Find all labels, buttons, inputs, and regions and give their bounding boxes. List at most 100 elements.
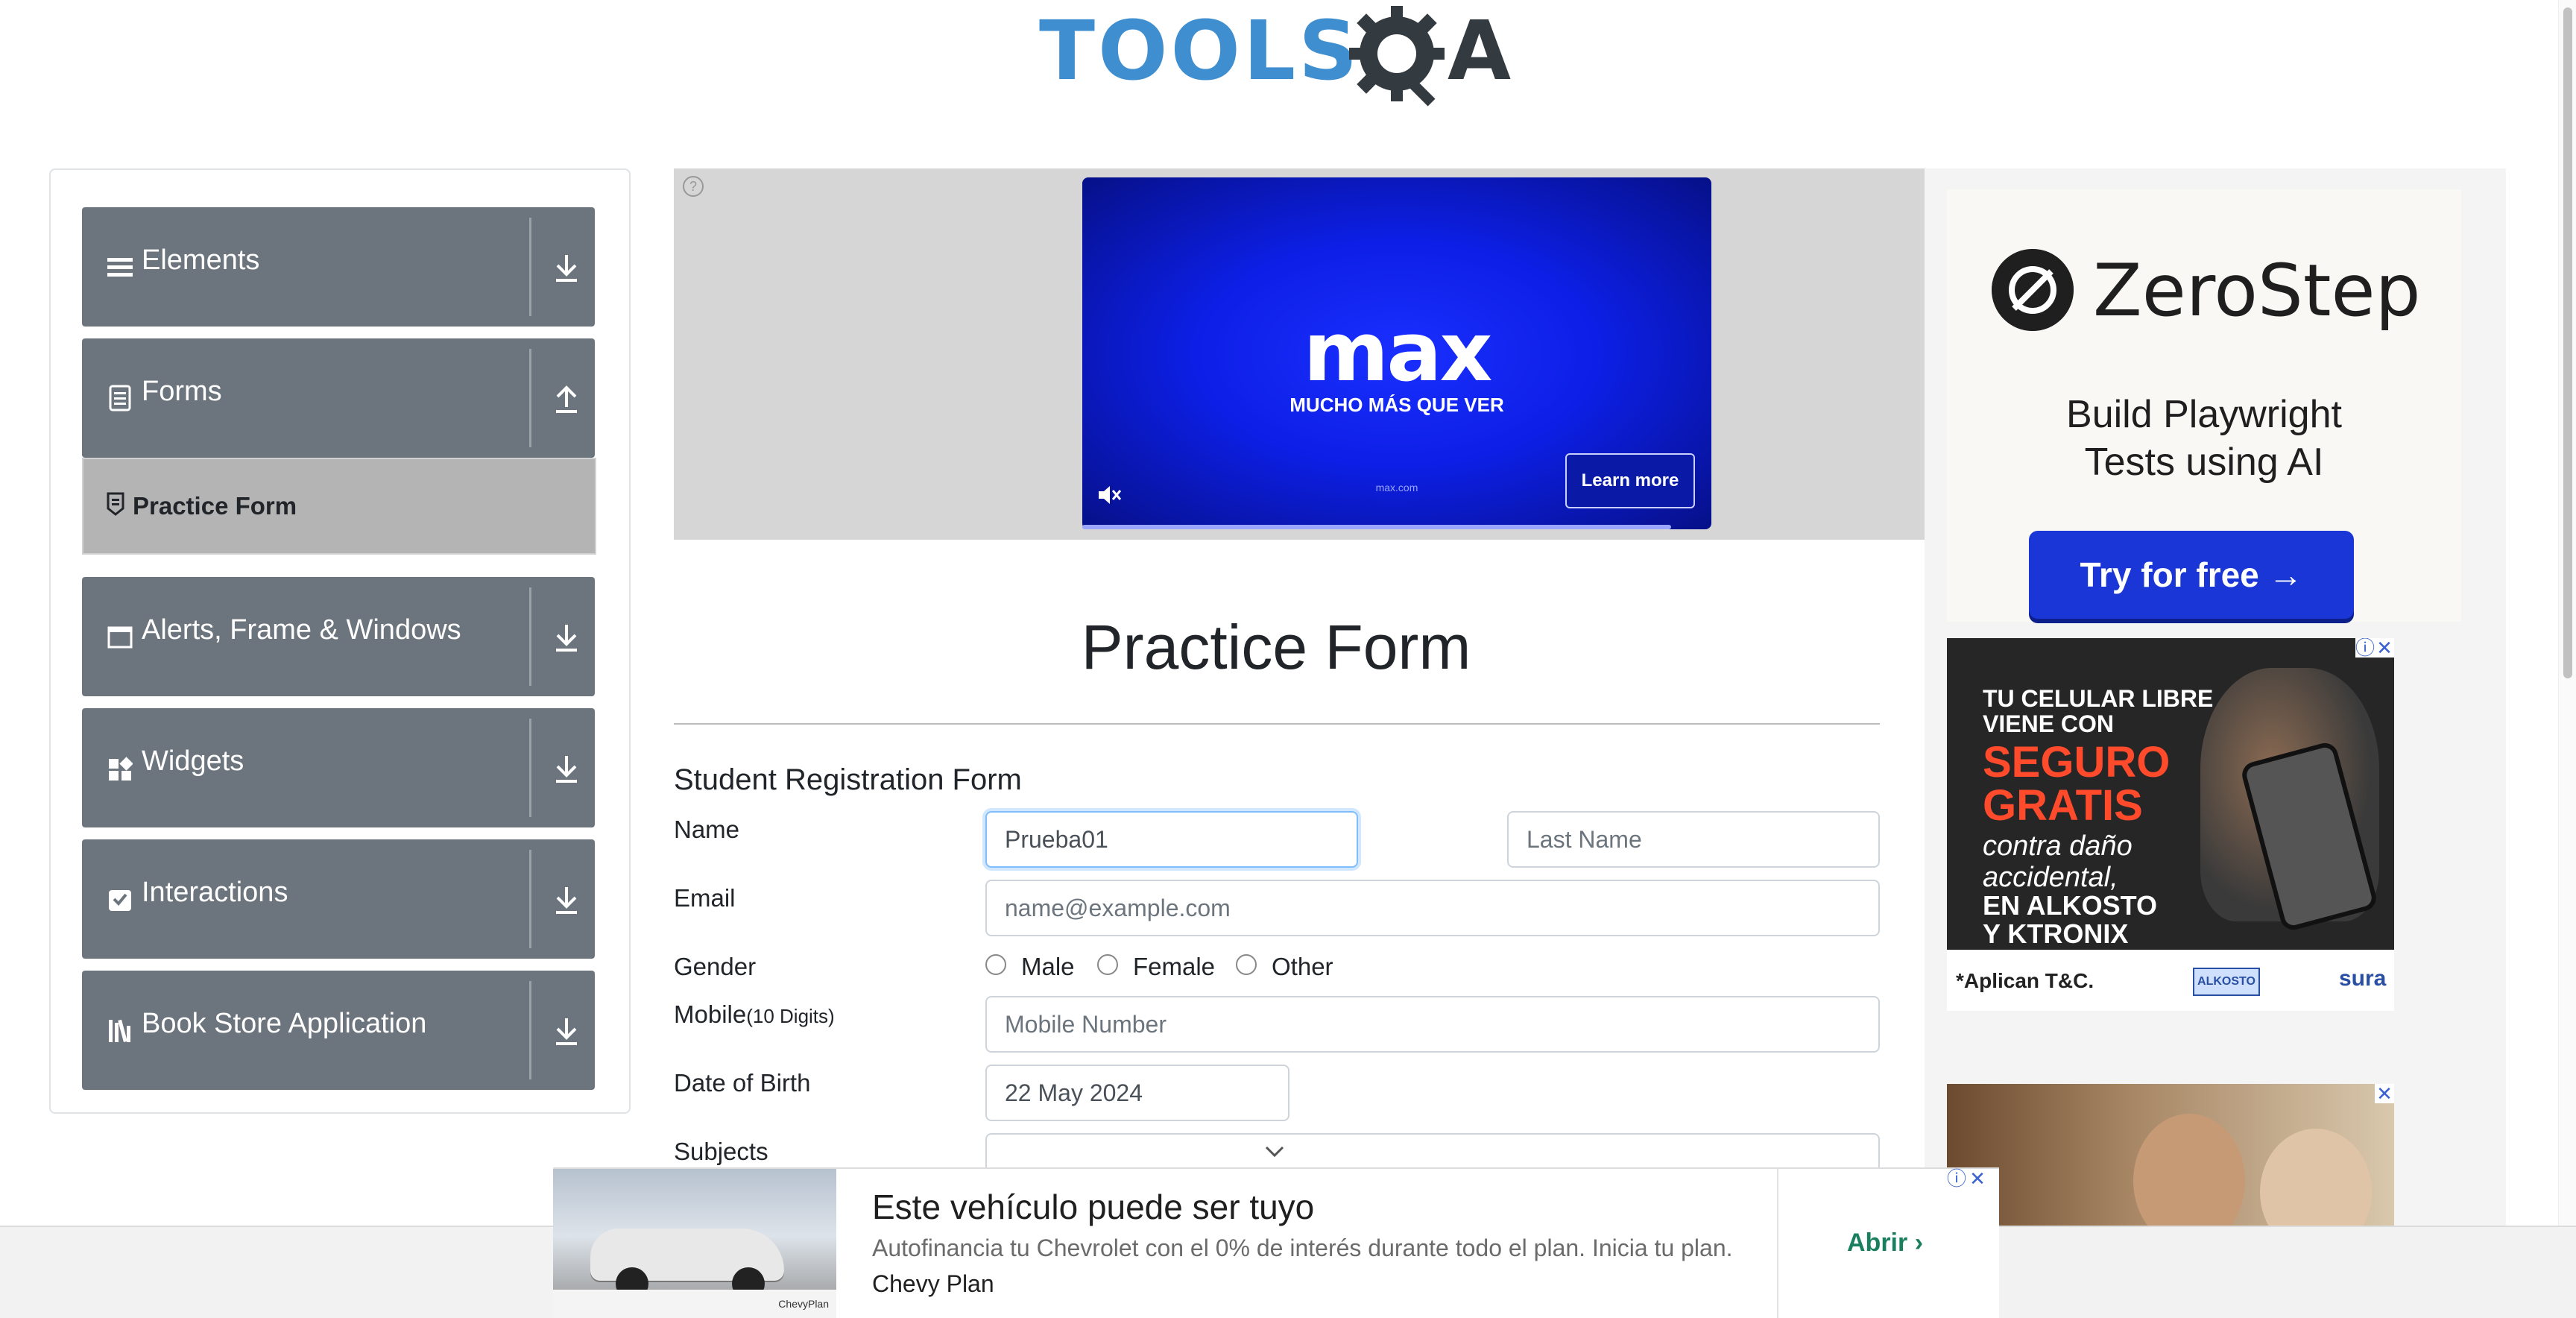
download-arrow-icon[interactable] (552, 1012, 581, 1048)
divider (1777, 1169, 1778, 1318)
logo-suffix: A (1448, 3, 1512, 98)
ad-text: accidental, (1983, 862, 2118, 893)
upload-arrow-icon[interactable] (552, 380, 581, 416)
mobile-label: Mobile(10 Digits) (674, 1000, 835, 1029)
ad-footer-text: *Aplican T&C. (1956, 969, 2094, 992)
car-image: ChevyPlan (553, 1169, 836, 1318)
sidebar-group-elements[interactable]: Elements (82, 207, 595, 327)
gender-male-radio[interactable] (985, 954, 1006, 975)
logo-text: TOOLS (1039, 3, 1361, 98)
download-arrow-icon[interactable] (552, 881, 581, 917)
scrollbar-thumb[interactable] (2563, 7, 2572, 678)
first-name-input[interactable]: Prueba01 (985, 811, 1358, 868)
zerostep-name: ZeroStep (2093, 249, 2421, 332)
close-icon[interactable]: ✕ (2375, 1084, 2394, 1103)
divider (674, 723, 1880, 725)
sidebar-group-label: Interactions (142, 877, 288, 908)
sidebar-group-widgets[interactable]: Widgets (82, 708, 595, 827)
ad-info-icon[interactable]: ? (683, 176, 704, 197)
zerostep-logo-icon (1992, 249, 2074, 331)
gender-other-label[interactable]: Other (1272, 953, 1333, 981)
phone-insurance-ad[interactable]: TU CELULAR LIBRE VIENE CON SEGURO GRATIS c… (1947, 638, 2394, 1011)
close-icon[interactable]: ✕ (1968, 1169, 1987, 1188)
sidebar-group-bookstore[interactable]: Book Store Application (82, 971, 595, 1090)
ad-line-1: TU CELULAR LIBRE VIENE CON (1983, 686, 2213, 737)
divider (529, 981, 531, 1079)
ad-text: SEGURO (1983, 738, 2171, 786)
gender-male-label[interactable]: Male (1021, 953, 1075, 981)
ad-footer: *Aplican T&C. ALKOSTO sura (1947, 950, 2394, 1011)
zerostep-tagline-line1: Build Playwright (2066, 393, 2342, 436)
max-tagline: MUCHO MÁS QUE VER (1289, 394, 1504, 416)
top-video-ad[interactable]: ? max MUCHO MÁS QUE VER max.com Learn mo… (674, 168, 1925, 540)
mobile-label-text: Mobile (674, 1000, 747, 1028)
alkosto-logo: ALKOSTO (2193, 968, 2260, 996)
bookstore-icon (109, 1019, 130, 1043)
car-caption: ChevyPlan (553, 1290, 836, 1318)
gear-magnifier-icon (1349, 6, 1445, 107)
gender-female-label[interactable]: Female (1133, 953, 1215, 981)
try-for-free-button[interactable]: Try for free → (2029, 531, 2354, 619)
mobile-hint: (10 Digits) (746, 1005, 835, 1027)
subjects-label: Subjects (674, 1138, 768, 1165)
gender-label: Gender (674, 953, 757, 980)
sidebar-group-label: Widgets (142, 745, 244, 777)
chevron-right-icon: › (1914, 1229, 1924, 1257)
sidebar: Elements Forms Practice Form Alerts, Fra… (49, 168, 631, 1114)
bottom-banner-ad[interactable]: ChevyPlan Este vehículo puede ser tuyo A… (553, 1167, 1999, 1318)
zerostep-tagline: Build Playwright Tests using AI (1947, 391, 2461, 486)
ad-text: TU CELULAR LIBRE (1983, 685, 2214, 712)
ad-info-icon[interactable]: ⓘ (1947, 1169, 1966, 1188)
sura-logo: sura (2339, 966, 2387, 991)
dob-label: Date of Birth (674, 1069, 811, 1097)
mute-icon[interactable] (1096, 482, 1123, 508)
ad-text: EN ALKOSTO (1983, 890, 2158, 921)
widgets-icon (109, 757, 133, 781)
chevron-down-icon[interactable] (1264, 1144, 1285, 1160)
sidebar-group-label: Alerts, Frame & Windows (142, 614, 461, 646)
gender-other-radio[interactable] (1236, 954, 1257, 975)
ad-line-2: SEGURO GRATIS (1983, 741, 2170, 827)
ad-info-icon[interactable]: ⓘ (2355, 638, 2375, 658)
dob-input[interactable]: 22 May 2024 (985, 1065, 1289, 1121)
banner-headline[interactable]: Este vehículo puede ser tuyo (872, 1187, 1314, 1227)
toolsqa-logo[interactable]: TOOLS A (1029, 0, 1535, 119)
divider (529, 719, 531, 817)
right-ad-column: ZeroStep Build Playwright Tests using AI… (1925, 168, 2506, 1317)
page-title: Practice Form (1081, 612, 1471, 682)
scrollbar[interactable] (2558, 0, 2576, 1226)
open-button-label: Abrir (1847, 1229, 1908, 1257)
interactions-icon (109, 890, 131, 911)
divider (529, 587, 531, 686)
banner-sponsor: Chevy Plan (872, 1270, 994, 1297)
video-progress-bar (1082, 525, 1671, 529)
ad-text: GRATIS (1983, 781, 2143, 830)
learn-more-button[interactable]: Learn more (1565, 453, 1695, 508)
zerostep-ad[interactable]: ZeroStep Build Playwright Tests using AI… (1947, 189, 2461, 622)
open-button[interactable]: Abrir › (1847, 1229, 1923, 1258)
sidebar-item-practice-form[interactable]: Practice Form (82, 458, 596, 555)
name-label: Name (674, 816, 740, 843)
close-icon[interactable]: ✕ (2375, 638, 2394, 658)
sidebar-group-forms[interactable]: Forms (82, 338, 595, 458)
email-input[interactable]: name@example.com (985, 880, 1880, 936)
sidebar-group-alerts[interactable]: Alerts, Frame & Windows (82, 577, 595, 696)
window-icon (107, 626, 133, 649)
sidebar-group-label: Book Store Application (142, 1008, 427, 1039)
ad-line-4: EN ALKOSTO Y KTRONIX (1983, 892, 2157, 948)
mobile-input[interactable]: Mobile Number (985, 996, 1880, 1053)
gender-female-radio[interactable] (1097, 954, 1118, 975)
download-arrow-icon[interactable] (552, 619, 581, 655)
download-arrow-icon[interactable] (552, 249, 581, 285)
download-arrow-icon[interactable] (552, 750, 581, 786)
sidebar-group-label: Elements (142, 245, 260, 276)
max-video[interactable]: max MUCHO MÁS QUE VER max.com Learn more (1082, 177, 1711, 529)
zerostep-tagline-line2: Tests using AI (2084, 441, 2324, 484)
ad-text: VIENE CON (1983, 710, 2115, 737)
sidebar-group-interactions[interactable]: Interactions (82, 839, 595, 959)
email-label: Email (674, 884, 736, 912)
last-name-input[interactable]: Last Name (1507, 811, 1880, 868)
ad-line-3: contra daño accidental, (1983, 830, 2133, 893)
banner-description: Autofinancia tu Chevrolet con el 0% de i… (872, 1235, 1733, 1261)
divider (529, 850, 531, 948)
